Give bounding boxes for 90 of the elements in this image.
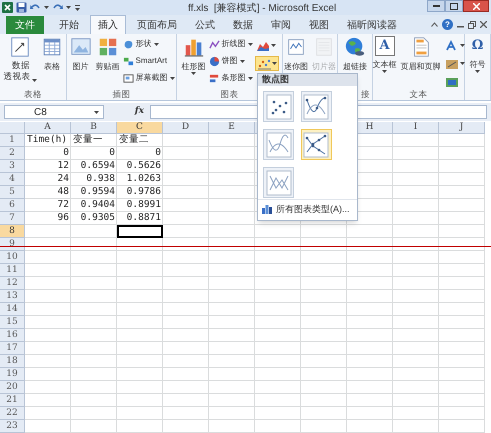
row-header[interactable]: 8 (0, 225, 25, 238)
ribbon-button[interactable]: 超链接 (342, 36, 368, 72)
ribbon-button[interactable]: 数据透视表 (2, 36, 38, 82)
ribbon-button[interactable]: 迷你图 (283, 36, 309, 72)
symbol-icon: Ω (468, 36, 488, 56)
ribbon-button[interactable]: 表格 (40, 36, 64, 72)
row-header[interactable]: 15 (0, 316, 25, 329)
table-cell-text: 0.5626 (126, 159, 161, 174)
row-header[interactable]: 11 (0, 264, 25, 277)
ribbon-tab[interactable]: 页面布局 (130, 16, 184, 34)
table-cell-text: 72 (58, 198, 69, 212)
name-box[interactable]: C8 (4, 105, 104, 119)
ribbon-button[interactable]: 图片 (68, 36, 92, 72)
row-header[interactable]: 7 (0, 212, 25, 225)
table-cell-text: 0.938 (86, 172, 115, 186)
table-cell-text: 0.6594 (80, 159, 115, 174)
ribbon-tab[interactable]: 公式 (188, 16, 222, 34)
window-title: ff.xls [兼容模式] - Microsoft Excel (188, 2, 336, 16)
cell-reference: C8 (33, 106, 47, 120)
ribbon-button[interactable]: 折线图 (208, 37, 252, 51)
menu-item[interactable]: 所有图表类型(A)... (276, 202, 350, 216)
ribbon-button[interactable]: 屏幕截图 (122, 71, 174, 85)
column-header[interactable]: A (25, 122, 71, 134)
ribbon-tab[interactable]: 审阅 (264, 16, 298, 34)
table-cell-text: 1.0263 (126, 172, 161, 186)
column-header[interactable]: D (163, 122, 209, 134)
group-label: 接 (361, 88, 370, 100)
ribbon-button[interactable]: A 文本框 (372, 36, 398, 73)
group-label: 图表 (220, 88, 238, 100)
ribbon-button[interactable]: Ω 符号 (466, 36, 488, 73)
group-label: 表格 (24, 88, 42, 100)
table-cell-text: 0 (109, 146, 115, 160)
row-header[interactable]: 5 (0, 186, 25, 199)
table-cell-text: 变量二 (119, 133, 149, 148)
column-header[interactable]: B (71, 122, 117, 134)
row-header[interactable]: 21 (0, 394, 25, 407)
row-header[interactable]: 1 (0, 134, 25, 147)
table-cell-text: 0.9404 (80, 198, 115, 212)
ribbon-button[interactable]: SmartArt (122, 54, 174, 68)
row-header[interactable]: 19 (0, 368, 25, 381)
group-label: 插图 (112, 88, 130, 100)
table-cell-text: 0.8871 (126, 211, 161, 226)
row-header[interactable]: 3 (0, 160, 25, 173)
insert-function-button[interactable]: fx (134, 105, 144, 119)
ribbon-tab[interactable]: 插入 (90, 15, 126, 34)
ribbon-button[interactable]: 条形图 (208, 71, 252, 85)
column-header[interactable]: E (209, 122, 255, 134)
ribbon-tab[interactable]: 福昕阅读器 (340, 16, 404, 34)
table-cell-text: 变量一 (73, 133, 103, 148)
ribbon-button[interactable]: 页眉和页脚 (400, 36, 442, 72)
ribbon-tab[interactable]: 视图 (302, 16, 336, 34)
row-header[interactable]: 14 (0, 303, 25, 316)
table-cell-text: 0 (155, 146, 161, 160)
row-header[interactable]: 20 (0, 381, 25, 394)
row-header[interactable]: 16 (0, 329, 25, 342)
table-cell-text: 0.8991 (126, 198, 161, 212)
column-header[interactable]: C (117, 122, 163, 134)
row-header[interactable]: 17 (0, 342, 25, 355)
row-header[interactable]: 6 (0, 199, 25, 212)
row-header[interactable]: 23 (0, 420, 25, 433)
ribbon-button[interactable]: 饼图 (208, 54, 252, 68)
ribbon-button[interactable]: 形状 (122, 37, 174, 51)
table-cell-text: 12 (58, 159, 69, 174)
column-header[interactable]: J (439, 122, 485, 134)
row-header[interactable]: 22 (0, 407, 25, 420)
ribbon-tab[interactable]: 文件 (6, 16, 44, 34)
help-button[interactable]: ? (442, 19, 453, 30)
ribbon-tab[interactable]: 数据 (226, 16, 260, 34)
row-header[interactable]: 18 (0, 355, 25, 368)
row-header[interactable]: 4 (0, 173, 25, 186)
table-cell-text: 24 (58, 172, 69, 186)
table-cell-text: 0.9594 (80, 185, 115, 200)
text-box-icon: A (374, 36, 394, 56)
row-header[interactable]: 2 (0, 147, 25, 160)
row-header[interactable]: 13 (0, 290, 25, 303)
ribbon-button[interactable]: 剪贴画 (94, 36, 120, 72)
table-cell-text: 48 (58, 185, 69, 200)
table-cell-text: 0.9786 (126, 185, 161, 200)
ribbon-tab[interactable]: 开始 (52, 16, 86, 34)
table-cell-text: Time(h) (27, 133, 68, 148)
table-cell-text: 0.9305 (80, 211, 115, 226)
table-cell-text: 96 (58, 211, 69, 226)
table-cell-text: 0 (63, 146, 69, 160)
row-header[interactable]: 10 (0, 251, 25, 264)
group-label: 文本 (410, 88, 428, 100)
row-header[interactable]: 12 (0, 277, 25, 290)
menu-heading: 散点图 (262, 73, 289, 86)
ribbon-button[interactable]: 柱形图 (180, 36, 206, 75)
column-header[interactable]: I (393, 122, 439, 134)
row-header[interactable]: 9 (0, 238, 25, 251)
